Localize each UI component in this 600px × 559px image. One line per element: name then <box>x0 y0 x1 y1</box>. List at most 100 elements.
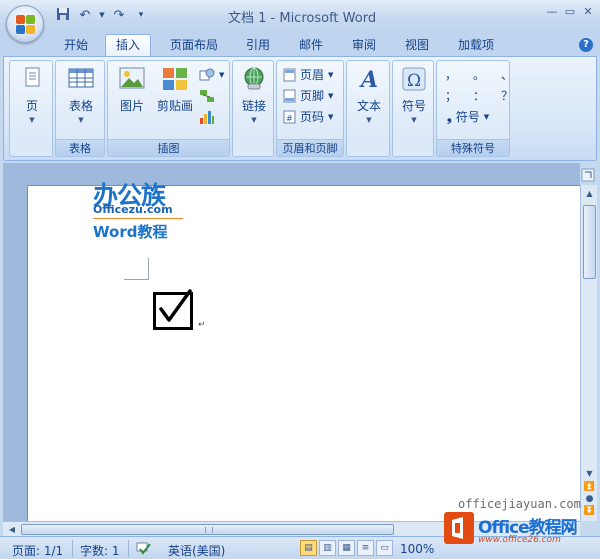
office-tutorial-watermark: Office教程网 www.office26.com <box>444 510 594 555</box>
tab-mailings[interactable]: 邮件 <box>293 35 329 56</box>
special-symbols-group: ， 。 、 ； ： ？ ❟ 符号 ▼ 特殊符号 <box>436 60 513 157</box>
page-icon <box>25 67 40 87</box>
punctuation-row-2: ； ： ？ <box>445 87 513 105</box>
zoom-level[interactable]: 100% <box>400 542 434 556</box>
horizontal-scroll-thumb[interactable] <box>21 524 394 535</box>
title-bar: ↶ ▼ ↷ ▾ 文档 1 - Microsoft Word — ▭ ✕ <box>0 0 600 31</box>
tab-add-ins[interactable]: 加载项 <box>451 35 501 56</box>
shapes-button[interactable]: ▼ <box>199 66 224 84</box>
tab-insert[interactable]: 插入 <box>105 34 151 57</box>
svg-text:#: # <box>286 114 293 123</box>
browse-object-icon[interactable]: ● <box>583 494 596 505</box>
chevron-down-icon: ▼ <box>251 116 257 124</box>
draft-icon[interactable]: ▭ <box>376 540 393 556</box>
illustrations-group-label: 插图 <box>108 139 229 156</box>
redo-icon[interactable]: ↷ <box>110 7 128 24</box>
status-divider <box>72 540 73 557</box>
picture-button[interactable]: 图片 <box>112 65 152 137</box>
special-symbol-button[interactable]: ❟ 符号 ▼ <box>447 108 489 126</box>
header-button-label: 页眉 <box>300 68 325 82</box>
page-count[interactable]: 页面: 1/1 <box>12 542 63 559</box>
chart-button[interactable] <box>199 108 215 126</box>
watermark-brand-url: www.office26.com <box>478 535 561 545</box>
table-button-label: 表格 <box>68 99 93 113</box>
smartart-button[interactable] <box>199 87 215 105</box>
footer-button[interactable]: 页脚 ▼ <box>283 87 333 105</box>
quick-access-toolbar: ↶ ▼ ↷ ▾ <box>54 7 150 24</box>
window-title: 文档 1 - Microsoft Word <box>228 11 377 26</box>
word-count[interactable]: 字数: 1 <box>80 542 120 559</box>
svg-text:A: A <box>359 67 378 93</box>
colon-symbol[interactable]: ： <box>473 87 485 105</box>
view-buttons: ▤ ▥ ▦ ≡ ▭ <box>300 540 393 556</box>
customize-qat-icon[interactable]: ▾ <box>132 7 150 24</box>
outline-icon[interactable]: ≡ <box>357 540 374 556</box>
semicolon-symbol[interactable]: ； <box>445 87 457 105</box>
watermark-office-icon <box>444 512 474 544</box>
status-divider <box>128 540 129 557</box>
vertical-scrollbar[interactable]: ▲ ▼ ⏫ ● ⏬ <box>580 185 597 521</box>
header-icon <box>283 68 296 82</box>
period-symbol[interactable]: 。 <box>473 66 485 84</box>
comma-bullet-icon: ❟ <box>447 110 452 124</box>
symbol-button[interactable]: Ω 符号 ▼ <box>394 65 434 137</box>
restore-icon[interactable]: ▭ <box>562 4 578 20</box>
officezu-logo: 办公族 Officezu.com Word教程 <box>90 176 190 246</box>
web-layout-icon[interactable]: ▦ <box>338 540 355 556</box>
tab-home[interactable]: 开始 <box>56 35 96 56</box>
comma-symbol[interactable]: ， <box>445 66 457 84</box>
clipart-button-label: 剪贴画 <box>156 99 193 113</box>
close-icon[interactable]: ✕ <box>580 4 596 20</box>
special-symbol-button-label: 符号 <box>455 110 480 124</box>
tab-references[interactable]: 引用 <box>240 35 276 56</box>
header-footer-group: 页眉 ▼ 页脚 ▼ # 页码 ▼ 页眉和页脚 <box>276 60 344 157</box>
watermark-url: officejiayuan.com <box>458 497 581 511</box>
clipart-button[interactable]: 剪贴画 <box>154 65 196 137</box>
text-button-label: 文本 <box>356 99 381 113</box>
text-button[interactable]: A 文本 ▼ <box>349 65 389 137</box>
full-screen-reading-icon[interactable]: ▥ <box>319 540 336 556</box>
save-icon[interactable] <box>54 7 72 24</box>
scroll-down-icon[interactable]: ▼ <box>583 467 596 481</box>
table-button[interactable]: 表格 ▼ <box>61 65 101 137</box>
logo-divider <box>93 218 183 219</box>
paragraph-mark: ↵ <box>198 320 206 330</box>
picture-button-label: 图片 <box>119 99 144 113</box>
tab-view[interactable]: 视图 <box>399 35 435 56</box>
header-button[interactable]: 页眉 ▼ <box>283 66 333 84</box>
omega-icon: Ω <box>402 67 426 91</box>
svg-text:Ω: Ω <box>407 71 421 91</box>
scroll-left-icon[interactable]: ◀ <box>5 523 19 536</box>
help-icon[interactable]: ? <box>579 38 593 52</box>
proofing-icon[interactable] <box>135 540 151 559</box>
undo-dropdown-icon[interactable]: ▼ <box>98 7 106 24</box>
logo-sub-text: Officezu.com <box>93 203 173 216</box>
page-button[interactable]: 页 ▼ <box>12 65 52 137</box>
language-indicator[interactable]: 英语(美国) <box>168 542 225 559</box>
link-button[interactable]: 链接 ▼ <box>234 65 274 137</box>
undo-icon[interactable]: ↶ <box>76 7 94 24</box>
tab-page-layout[interactable]: 页面布局 <box>164 35 224 56</box>
chevron-down-icon: ▼ <box>366 116 372 124</box>
check-mark-icon <box>159 289 192 322</box>
minimize-icon[interactable]: — <box>544 4 560 20</box>
page-group: 页 ▼ <box>9 60 53 157</box>
ribbon-tab-row: 开始 插入 页面布局 引用 邮件 审阅 视图 加载项 ? <box>0 31 600 57</box>
previous-page-icon[interactable]: ⏫ <box>583 482 596 493</box>
enumeration-comma-symbol[interactable]: 、 <box>501 66 513 84</box>
ribbon: 页 ▼ 表格 ▼ 表格 图片 剪贴画 ▼ 插图 链接 ▼ 页眉 ▼ 页脚 ▼ #… <box>3 56 597 161</box>
tab-review[interactable]: 审阅 <box>346 35 382 56</box>
ruler-toggle-icon[interactable] <box>581 168 595 182</box>
scroll-up-icon[interactable]: ▲ <box>583 187 596 201</box>
office-button[interactable] <box>6 5 44 43</box>
footer-icon <box>283 89 296 103</box>
scroll-grip-icon <box>205 527 213 533</box>
punctuation-row-1: ， 。 、 <box>445 66 513 84</box>
vertical-scroll-thumb[interactable] <box>583 205 596 279</box>
logo-word-text: Word教程 <box>93 223 168 241</box>
page-number-button[interactable]: # 页码 ▼ <box>283 108 333 126</box>
question-symbol[interactable]: ？ <box>501 87 513 105</box>
checkbox-symbol[interactable] <box>153 289 193 330</box>
print-layout-icon[interactable]: ▤ <box>300 540 317 556</box>
page-button-label: 页 <box>25 99 38 113</box>
